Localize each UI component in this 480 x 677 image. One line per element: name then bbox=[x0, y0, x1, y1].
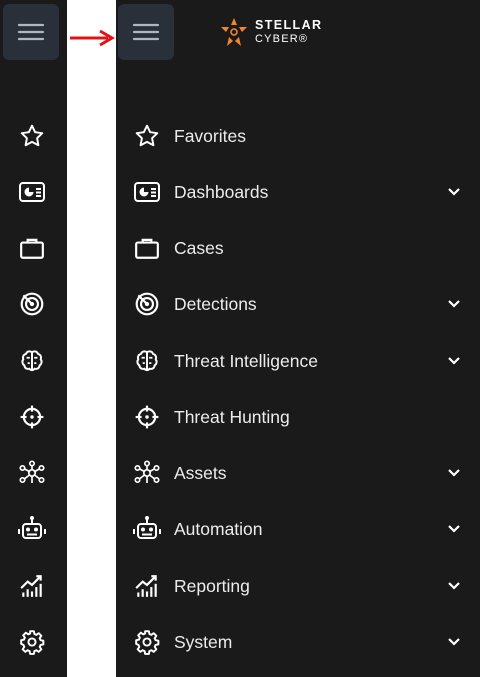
nav-item-system[interactable]: System bbox=[116, 620, 480, 664]
radar-icon bbox=[132, 289, 162, 319]
expanded-sidebar: STELLAR CYBER® Favorites Dashboards Case… bbox=[116, 0, 480, 677]
chevron-down-icon[interactable] bbox=[446, 296, 462, 312]
briefcase-icon bbox=[132, 233, 162, 263]
rail-favorites-button[interactable] bbox=[14, 118, 50, 154]
nav-item-automation[interactable]: Automation bbox=[116, 507, 480, 551]
star-icon bbox=[132, 121, 162, 151]
crosshair-icon bbox=[20, 405, 44, 429]
nav-item-label: Favorites bbox=[174, 125, 246, 146]
nav-item-threat-hunting[interactable]: Threat Hunting bbox=[116, 395, 480, 439]
hamburger-menu-button[interactable] bbox=[3, 4, 59, 60]
chevron-down-icon[interactable] bbox=[446, 578, 462, 594]
dashboard-icon bbox=[132, 177, 162, 207]
network-icon bbox=[132, 458, 162, 488]
chart-icon bbox=[132, 571, 162, 601]
gear-icon bbox=[20, 630, 45, 655]
stellar-star-icon bbox=[221, 18, 247, 46]
nav-item-label: Threat Intelligence bbox=[174, 350, 318, 371]
rail-automation-button[interactable] bbox=[14, 511, 50, 547]
nav-item-assets[interactable]: Assets bbox=[116, 451, 480, 495]
brain-icon bbox=[132, 346, 162, 376]
rail-assets-button[interactable] bbox=[14, 455, 50, 491]
rail-system-button[interactable] bbox=[14, 624, 50, 660]
chevron-down-icon[interactable] bbox=[446, 521, 462, 537]
nav-item-cases[interactable]: Cases bbox=[116, 226, 480, 270]
stellar-cyber-logo: STELLAR CYBER® bbox=[219, 14, 322, 50]
arrow-annotation bbox=[70, 29, 115, 47]
logo-text-line2: CYBER® bbox=[255, 32, 309, 45]
collapsed-sidebar bbox=[0, 0, 67, 677]
nav-item-label: Dashboards bbox=[174, 181, 269, 202]
nav-item-favorites[interactable]: Favorites bbox=[116, 114, 480, 158]
hamburger-icon bbox=[17, 23, 45, 41]
star-icon bbox=[20, 124, 44, 147]
chart-icon bbox=[20, 575, 42, 597]
nav-item-label: Cases bbox=[174, 237, 224, 258]
rail-reporting-button[interactable] bbox=[14, 568, 50, 604]
chevron-down-icon[interactable] bbox=[446, 353, 462, 369]
dashboard-icon bbox=[19, 182, 45, 202]
nav-item-label: Detections bbox=[174, 293, 257, 314]
chevron-down-icon[interactable] bbox=[446, 184, 462, 200]
brain-icon bbox=[21, 350, 43, 372]
nav-item-reporting[interactable]: Reporting bbox=[116, 564, 480, 608]
nav-item-label: System bbox=[174, 631, 233, 652]
nav-item-label: Reporting bbox=[174, 575, 250, 596]
chevron-down-icon[interactable] bbox=[446, 465, 462, 481]
robot-icon bbox=[18, 516, 46, 539]
logo-text-line1: STELLAR bbox=[255, 18, 323, 33]
nav-item-label: Automation bbox=[174, 518, 263, 539]
robot-icon bbox=[132, 514, 162, 544]
briefcase-icon bbox=[20, 238, 44, 259]
rail-detections-button[interactable] bbox=[14, 286, 50, 322]
nav-item-threat-intelligence[interactable]: Threat Intelligence bbox=[116, 339, 480, 383]
rail-threat-intelligence-button[interactable] bbox=[14, 343, 50, 379]
nav-item-dashboards[interactable]: Dashboards bbox=[116, 170, 480, 214]
nav-item-label: Threat Hunting bbox=[174, 406, 290, 427]
network-icon bbox=[19, 460, 45, 484]
chevron-down-icon[interactable] bbox=[446, 634, 462, 650]
rail-dashboards-button[interactable] bbox=[14, 174, 50, 210]
crosshair-icon bbox=[132, 402, 162, 432]
gear-icon bbox=[132, 627, 162, 657]
nav-item-detections[interactable]: Detections bbox=[116, 282, 480, 326]
hamburger-icon bbox=[132, 23, 160, 41]
rail-threat-hunting-button[interactable] bbox=[14, 399, 50, 435]
radar-icon bbox=[20, 292, 44, 316]
hamburger-menu-button-expanded[interactable] bbox=[118, 4, 174, 60]
rail-cases-button[interactable] bbox=[14, 230, 50, 266]
nav-item-label: Assets bbox=[174, 462, 227, 483]
